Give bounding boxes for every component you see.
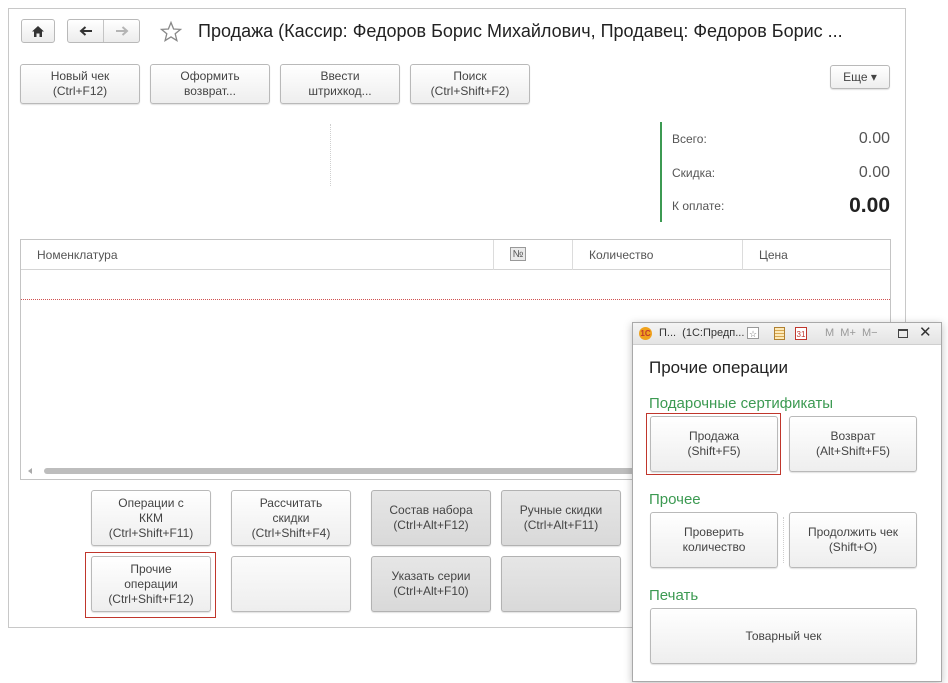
kkm-operations-button[interactable]: Операции с ККМ (Ctrl+Shift+F11) bbox=[91, 490, 211, 546]
more-button[interactable]: Еще ▾ bbox=[830, 65, 890, 89]
empty-button[interactable] bbox=[231, 556, 351, 612]
popup-titlebar-text: П... (1С:Предп... bbox=[659, 327, 745, 339]
1c-logo-icon: 1С bbox=[639, 327, 652, 340]
column-number[interactable]: № bbox=[510, 247, 526, 261]
gift-return-button[interactable]: Возврат (Alt+Shift+F5) bbox=[789, 416, 917, 472]
discount-value: 0.00 bbox=[858, 164, 890, 181]
column-price[interactable]: Цена bbox=[759, 248, 788, 262]
popup-heading: Прочие операции bbox=[649, 358, 789, 377]
nav-buttons-group bbox=[67, 19, 140, 43]
horizontal-scrollbar[interactable] bbox=[26, 468, 646, 476]
col-divider bbox=[493, 240, 494, 270]
other-operations-button[interactable]: Прочие операции (Ctrl+Shift+F12) bbox=[91, 556, 211, 612]
back-button[interactable] bbox=[68, 20, 104, 42]
other-operations-popup: 1С П... (1С:Предп... ☆ 31 M M+ M− ✕ Проч… bbox=[632, 322, 942, 682]
barcode-button[interactable]: Ввести штрихкод... bbox=[280, 64, 400, 104]
check-quantity-button[interactable]: Проверить количество bbox=[650, 512, 778, 568]
popup-titlebar: 1С П... (1С:Предп... ☆ 31 M M+ M− ✕ bbox=[633, 323, 941, 345]
star-icon bbox=[159, 20, 183, 43]
discount-label: Скидка: bbox=[672, 166, 716, 180]
divider bbox=[783, 517, 784, 563]
new-check-button[interactable]: Новый чек (Ctrl+F12) bbox=[20, 64, 140, 104]
home-button[interactable] bbox=[21, 19, 55, 43]
totals-green-bar bbox=[660, 122, 662, 222]
calendar-icon[interactable]: 31 bbox=[795, 327, 807, 340]
arrow-right-icon bbox=[115, 26, 129, 36]
memory-buttons[interactable]: M M+ M− bbox=[825, 327, 878, 339]
scroll-left-icon bbox=[28, 468, 32, 474]
other-section: Прочее bbox=[649, 491, 701, 508]
scrollbar-thumb[interactable] bbox=[44, 468, 646, 474]
calculator-icon[interactable] bbox=[774, 327, 785, 340]
search-button[interactable]: Поиск (Ctrl+Shift+F2) bbox=[410, 64, 530, 104]
print-section: Печать bbox=[649, 587, 699, 604]
gift-certificates-section: Подарочные сертификаты bbox=[649, 395, 834, 412]
favorite-icon[interactable]: ☆ bbox=[747, 327, 759, 339]
column-quantity[interactable]: Количество bbox=[589, 248, 653, 262]
favorite-star-button[interactable] bbox=[159, 20, 183, 44]
to-pay-label: К оплате: bbox=[672, 199, 725, 213]
continue-check-button[interactable]: Продолжить чек (Shift+O) bbox=[789, 512, 917, 568]
manual-discounts-button[interactable]: Ручные скидки (Ctrl+Alt+F11) bbox=[501, 490, 621, 546]
set-composition-button[interactable]: Состав набора (Ctrl+Alt+F12) bbox=[371, 490, 491, 546]
empty-button[interactable] bbox=[501, 556, 621, 612]
col-divider bbox=[572, 240, 573, 270]
page-title: Продажа (Кассир: Федоров Борис Михайлови… bbox=[198, 21, 843, 41]
calc-discounts-button[interactable]: Рассчитать скидки (Ctrl+Shift+F4) bbox=[231, 490, 351, 546]
maximize-icon[interactable] bbox=[898, 329, 908, 338]
divider bbox=[330, 124, 331, 186]
table-row-separator bbox=[21, 299, 890, 300]
home-icon bbox=[32, 25, 44, 37]
close-icon[interactable]: ✕ bbox=[919, 325, 932, 341]
goods-receipt-button[interactable]: Товарный чек bbox=[650, 608, 917, 664]
return-button[interactable]: Оформить возврат... bbox=[150, 64, 270, 104]
column-nomenclature[interactable]: Номенклатура bbox=[37, 248, 118, 262]
total-label: Всего: bbox=[672, 132, 707, 146]
gift-sale-button[interactable]: Продажа (Shift+F5) bbox=[650, 416, 778, 472]
col-divider bbox=[742, 240, 743, 270]
forward-button[interactable] bbox=[104, 20, 139, 42]
arrow-left-icon bbox=[78, 26, 92, 36]
specify-series-button[interactable]: Указать серии (Ctrl+Alt+F10) bbox=[371, 556, 491, 612]
total-value: 0.00 bbox=[858, 130, 890, 147]
to-pay-value: 0.00 bbox=[849, 194, 890, 217]
